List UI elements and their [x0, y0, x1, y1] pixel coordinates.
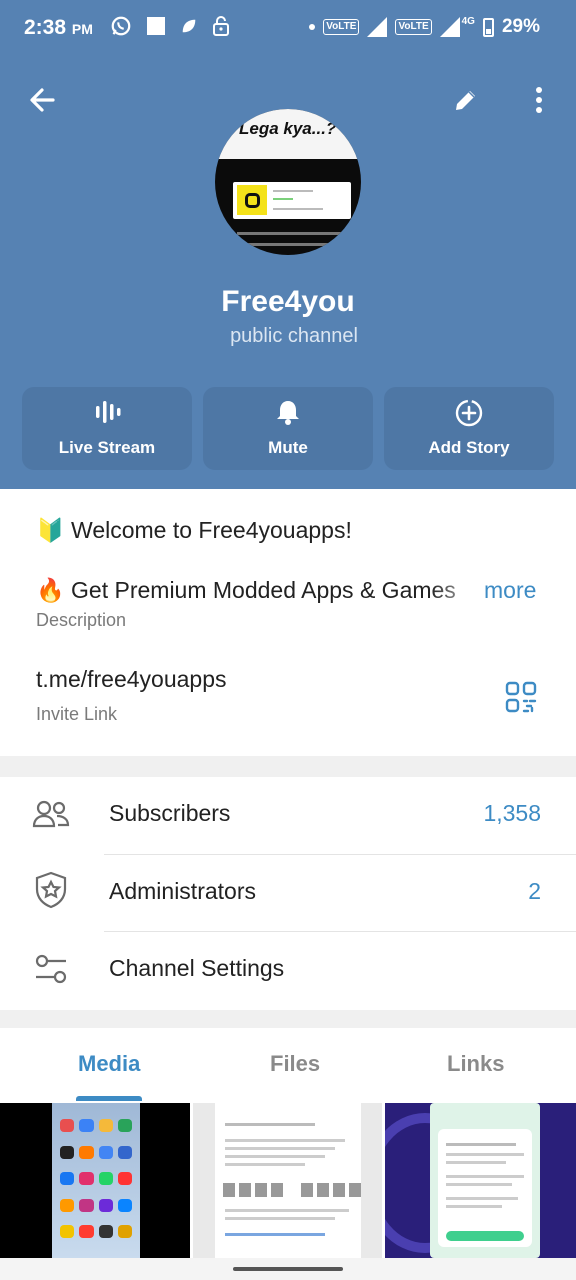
- back-arrow-icon: [30, 88, 55, 112]
- avatar-card: [233, 182, 351, 219]
- bell-icon: [277, 401, 299, 425]
- battery-percent: 29%: [501, 16, 540, 37]
- avatar-caption: Lega kya...?: [239, 119, 337, 138]
- media-thumbnail[interactable]: [0, 1103, 190, 1258]
- instructions-screenshot: [215, 1103, 361, 1258]
- square-notification-icon: [147, 17, 165, 35]
- description-label: Description: [36, 610, 127, 630]
- instagram-icon: [237, 185, 267, 215]
- network-type: 4G: [461, 15, 475, 27]
- pencil-icon: [456, 91, 475, 110]
- back-button[interactable]: [22, 80, 62, 120]
- volte-badge-2: VoLTE: [395, 19, 432, 35]
- whatsapp-icon: [111, 16, 131, 36]
- qr-code-button[interactable]: [500, 676, 542, 718]
- channel-name: Free4you: [221, 285, 355, 318]
- app-screenshot: [430, 1103, 540, 1258]
- avatar-bottom: [237, 232, 347, 235]
- settings-sliders-icon: [35, 954, 67, 984]
- premium-text: Get Premium Modded Apps & Games: [71, 577, 456, 603]
- shield-star-icon: [35, 871, 67, 909]
- section-separator: [0, 756, 576, 777]
- live-stream-label: Live Stream: [58, 438, 156, 457]
- administrators-row[interactable]: Administrators 2: [0, 855, 576, 932]
- live-stream-button[interactable]: Live Stream: [22, 387, 192, 470]
- welcome-line: 🔰 Welcome to Free4youapps!: [36, 517, 352, 544]
- volte-badge-1: VoLTE: [323, 19, 360, 35]
- dot-icon: [309, 24, 316, 30]
- live-stream-icon: [96, 401, 121, 423]
- fade-overlay: [430, 574, 490, 608]
- more-link[interactable]: more: [484, 577, 537, 604]
- system-status-icons: VoLTE VoLTE 4G 29%: [309, 16, 540, 38]
- signal-icon-2: [439, 17, 460, 37]
- avatar-line: [273, 190, 313, 192]
- edit-button[interactable]: [446, 80, 486, 120]
- avatar-bottom: [245, 243, 335, 246]
- media-thumbnail[interactable]: [193, 1103, 382, 1258]
- subscribers-row[interactable]: Subscribers 1,358: [0, 777, 576, 854]
- add-story-label: Add Story: [428, 438, 510, 457]
- more-vertical-icon: [536, 87, 542, 113]
- section-separator: [0, 1010, 576, 1028]
- signal-icon: [367, 17, 388, 37]
- leaf-icon: [182, 19, 196, 33]
- subscribers-label: Subscribers: [109, 800, 231, 826]
- invite-link-label: Invite Link: [36, 704, 118, 724]
- tab-indicator: [76, 1096, 142, 1101]
- invite-link[interactable]: t.me/free4youapps: [36, 666, 227, 693]
- users-icon: [32, 800, 70, 828]
- channel-settings-row[interactable]: Channel Settings: [0, 932, 576, 1009]
- lock-icon: [213, 16, 229, 36]
- subscribers-count: 1,358: [483, 800, 541, 826]
- mute-label: Mute: [268, 438, 308, 457]
- mute-button[interactable]: Mute: [203, 387, 373, 470]
- media-thumbnail[interactable]: [385, 1103, 576, 1258]
- battery-icon: [482, 17, 494, 37]
- app-grid: [60, 1119, 132, 1247]
- home-gesture-pill[interactable]: [233, 1267, 343, 1271]
- administrators-label: Administrators: [109, 878, 256, 904]
- channel-avatar[interactable]: Lega kya...?: [215, 109, 361, 255]
- status-time: 2:38 PM: [24, 16, 93, 40]
- more-options-button[interactable]: [522, 80, 556, 120]
- fire-emoji: 🔥: [36, 577, 65, 603]
- profile-header: 2:38 PM VoLTE VoLTE 4G 29% Lega kya...?: [0, 0, 576, 489]
- administrators-count: 2: [528, 878, 541, 904]
- notification-icons: [110, 15, 230, 37]
- welcome-text: Welcome to Free4youapps!: [71, 517, 352, 543]
- channel-type: public channel: [230, 325, 358, 347]
- time-value: 2:38: [24, 16, 67, 39]
- add-story-icon: [455, 399, 483, 427]
- qr-code-icon: [505, 681, 537, 713]
- tab-links[interactable]: Links: [447, 1051, 504, 1077]
- system-nav-bar: [0, 1258, 576, 1280]
- tab-media[interactable]: Media: [78, 1051, 140, 1077]
- avatar-line: [273, 198, 293, 200]
- status-bar: 2:38 PM VoLTE VoLTE 4G 29%: [0, 0, 576, 58]
- phone-screenshot: [52, 1103, 140, 1258]
- channel-settings-label: Channel Settings: [109, 955, 285, 981]
- tab-files[interactable]: Files: [270, 1051, 320, 1077]
- avatar-line: [273, 208, 323, 210]
- beginner-emoji: 🔰: [36, 517, 65, 543]
- time-ampm: PM: [71, 21, 93, 37]
- add-story-button[interactable]: Add Story: [384, 387, 554, 470]
